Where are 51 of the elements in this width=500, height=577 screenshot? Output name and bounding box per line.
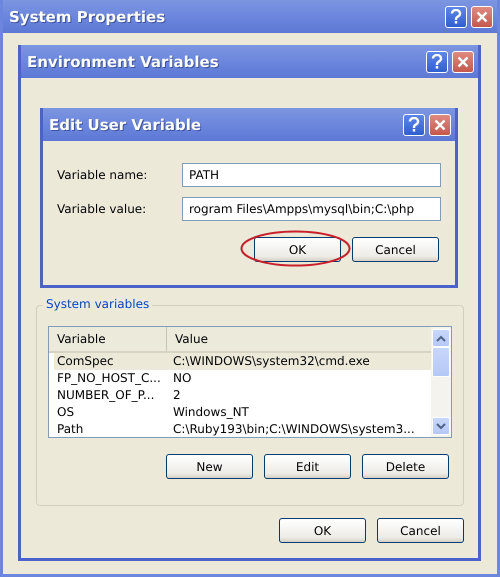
column-header[interactable]: Value [167,327,431,351]
list-view[interactable]: Variable Value ComSpec C:\WINDOWS\system32\cmd.exe FP_NO_HOST_C... NO NUMBER_OF_P... 2 OS Windows_NT Path C:\Ruby193\bin;C:\WINDOWS\system3... [48,326,452,438]
help-icon [450,9,462,24]
variable-value: NO [172,371,192,386]
field-label: Variable name: [57,168,148,182]
help-button[interactable] [426,50,448,72]
column-header[interactable]: Variable [49,327,167,351]
variable-value: C:\WINDOWS\system32\cmd.exe [172,354,370,368]
close-icon [434,118,446,130]
list-row[interactable]: NUMBER_OF_P... 2 [54,386,431,404]
help-button[interactable] [403,114,425,136]
window-title: Edit User Variable [49,116,202,134]
variable-value: Windows_NT [172,404,249,419]
caret-up-icon [436,334,446,342]
list-row[interactable]: OS Windows_NT [54,403,431,420]
caret-down-icon [436,422,446,430]
input-field[interactable]: rogram Files\Ampps\mysql\bin;C:\php [182,197,441,221]
scroll-down-button[interactable] [432,417,450,435]
close-icon [457,56,469,68]
field-label: Variable value: [57,202,148,216]
push-button[interactable]: OK [254,237,341,262]
help-button[interactable] [445,6,467,28]
push-button[interactable]: Edit [264,454,351,479]
close-button[interactable] [471,6,493,28]
help-icon [431,54,443,69]
push-button[interactable]: Delete [362,454,449,479]
list-row[interactable]: Path C:\Ruby193\bin;C:\WINDOWS\system3... [54,420,431,437]
variable-name: OS [56,404,76,419]
list-row[interactable]: FP_NO_HOST_C... NO [54,370,431,386]
push-button[interactable]: New [166,454,253,479]
variable-value: C:\Ruby193\bin;C:\WINDOWS\system3... [172,422,415,436]
input-field[interactable]: PATH [182,163,441,187]
group-label: System variables [43,297,152,311]
close-icon [476,10,488,22]
push-button[interactable]: Cancel [352,237,439,262]
push-button[interactable]: OK [279,518,366,543]
scroll-thumb[interactable] [432,347,450,377]
window-title: System Properties [9,8,166,26]
scrollbar[interactable] [431,327,451,437]
window-title: Environment Variables [27,52,220,70]
push-button[interactable]: Cancel [377,518,464,543]
variable-value: 2 [172,388,181,402]
close-button[interactable] [452,50,474,72]
list-row[interactable]: ComSpec C:\WINDOWS\system32\cmd.exe [54,352,431,370]
variable-name: Path [56,422,84,436]
scroll-up-button[interactable] [432,329,450,347]
help-icon [408,117,420,132]
close-button[interactable] [429,114,451,136]
variable-name: FP_NO_HOST_C... [56,371,162,386]
variable-name: ComSpec [56,354,115,368]
variable-name: NUMBER_OF_P... [56,388,156,402]
